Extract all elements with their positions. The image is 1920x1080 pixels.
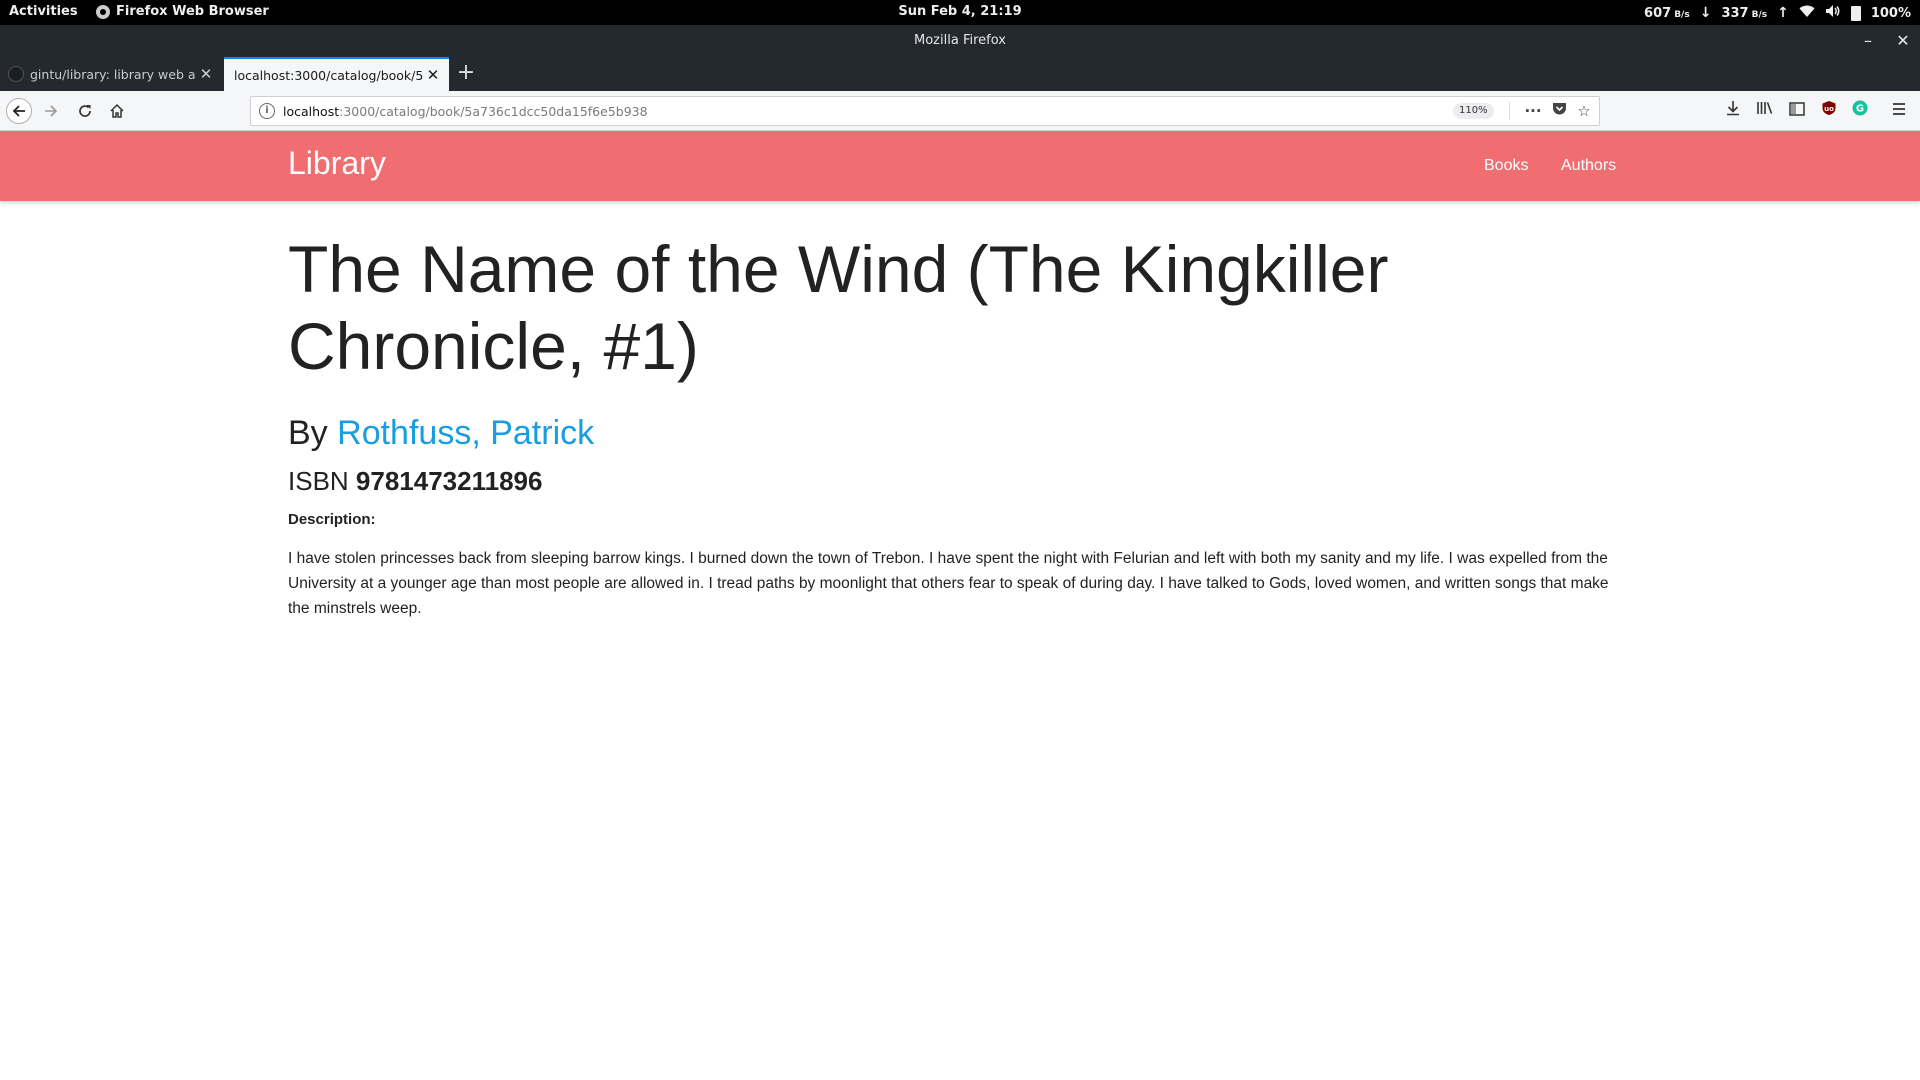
battery-level: 100%: [1870, 5, 1911, 21]
grammarly-icon[interactable]: G: [1847, 98, 1873, 124]
arrow-left-icon: [12, 105, 25, 117]
url-divider: [1509, 102, 1510, 120]
library-icon[interactable]: [1752, 98, 1778, 124]
tab-localhost[interactable]: localhost:3000/catalog/book/5 ✕: [224, 57, 449, 91]
volume-icon: [1825, 4, 1841, 22]
net-upload-rate: 337 B/s: [1721, 5, 1768, 21]
site-brand[interactable]: Library: [288, 145, 386, 182]
arrow-right-icon: [45, 105, 58, 117]
svg-text:G: G: [1856, 104, 1864, 115]
app-menu[interactable]: Firefox Web Browser: [96, 4, 269, 19]
firefox-icon: [96, 4, 110, 19]
close-tab-icon[interactable]: ✕: [196, 65, 216, 83]
page-title: The Name of the Wind (The Kingkiller Chr…: [288, 232, 1389, 383]
github-icon: [8, 66, 24, 82]
menu-icon[interactable]: [1886, 98, 1912, 124]
back-button[interactable]: [6, 98, 32, 124]
net-download-rate: 607 B/s: [1644, 5, 1690, 21]
isbn-label: ISBN: [288, 466, 349, 496]
pocket-icon[interactable]: [1548, 100, 1570, 122]
nav-books-link[interactable]: Books: [1484, 157, 1528, 175]
reload-button[interactable]: [72, 98, 98, 124]
sidebar-icon[interactable]: [1784, 98, 1810, 124]
nav-authors-link[interactable]: Authors: [1561, 157, 1616, 175]
description-label: Description:: [288, 511, 376, 528]
page-actions-icon[interactable]: ···: [1522, 100, 1544, 122]
tab-label: localhost:3000/catalog/book/5: [234, 67, 423, 83]
tab-github[interactable]: gintu/library: library web ap ✕: [0, 57, 222, 91]
home-button[interactable]: [104, 98, 130, 124]
book-detail: The Name of the Wind (The Kingkiller Chr…: [288, 201, 1628, 621]
by-prefix: By: [288, 414, 328, 452]
site-navbar: Library Books Authors: [0, 131, 1920, 201]
home-icon: [110, 103, 124, 118]
system-top-bar: Activities Firefox Web Browser Sun Feb 4…: [0, 0, 1920, 25]
clock[interactable]: Sun Feb 4, 21:19: [898, 4, 1021, 19]
downloads-icon[interactable]: [1720, 98, 1746, 124]
address-bar[interactable]: i localhost:3000/catalog/book/5a736c1dcc…: [250, 96, 1600, 126]
app-menu-label: Firefox Web Browser: [116, 4, 269, 19]
arrow-down-icon: ↓: [1699, 5, 1712, 21]
forward-button[interactable]: [38, 98, 64, 124]
tab-strip: gintu/library: library web ap ✕ localhos…: [0, 57, 1920, 91]
reload-icon: [79, 105, 91, 117]
arrow-up-icon: ↑: [1777, 5, 1789, 21]
wifi-icon: [1799, 5, 1815, 22]
close-window-button[interactable]: ✕: [1893, 31, 1913, 51]
tab-label: gintu/library: library web ap: [30, 66, 196, 82]
battery-icon: [1850, 5, 1861, 21]
author-line: By Rothfuss, Patrick: [288, 413, 1628, 453]
site-info-icon[interactable]: i: [259, 103, 275, 119]
bookmark-star-icon[interactable]: ☆: [1573, 100, 1595, 122]
isbn-value: 9781473211896: [355, 466, 543, 496]
zoom-indicator[interactable]: 110%: [1453, 103, 1494, 119]
ublock-icon[interactable]: uo: [1816, 98, 1842, 124]
minimize-button[interactable]: –: [1858, 31, 1878, 51]
author-link[interactable]: Rothfuss, Patrick: [337, 414, 594, 452]
window-titlebar: Mozilla Firefox – ✕: [0, 25, 1920, 57]
status-area[interactable]: 607 B/s ↓ 337 B/s ↑ 100%: [1644, 4, 1911, 22]
activities-button[interactable]: Activities: [9, 4, 78, 19]
isbn-line: ISBN 9781473211896: [288, 465, 1628, 497]
url-text[interactable]: localhost:3000/catalog/book/5a736c1dcc50…: [283, 104, 648, 119]
window-title: Mozilla Firefox: [914, 33, 1006, 48]
svg-text:uo: uo: [1824, 105, 1834, 113]
description-text: I have stolen princesses back from sleep…: [288, 550, 1609, 617]
new-tab-button[interactable]: +: [454, 61, 478, 85]
close-tab-icon[interactable]: ✕: [423, 66, 443, 84]
nav-toolbar: i localhost:3000/catalog/book/5a736c1dcc…: [0, 91, 1920, 131]
